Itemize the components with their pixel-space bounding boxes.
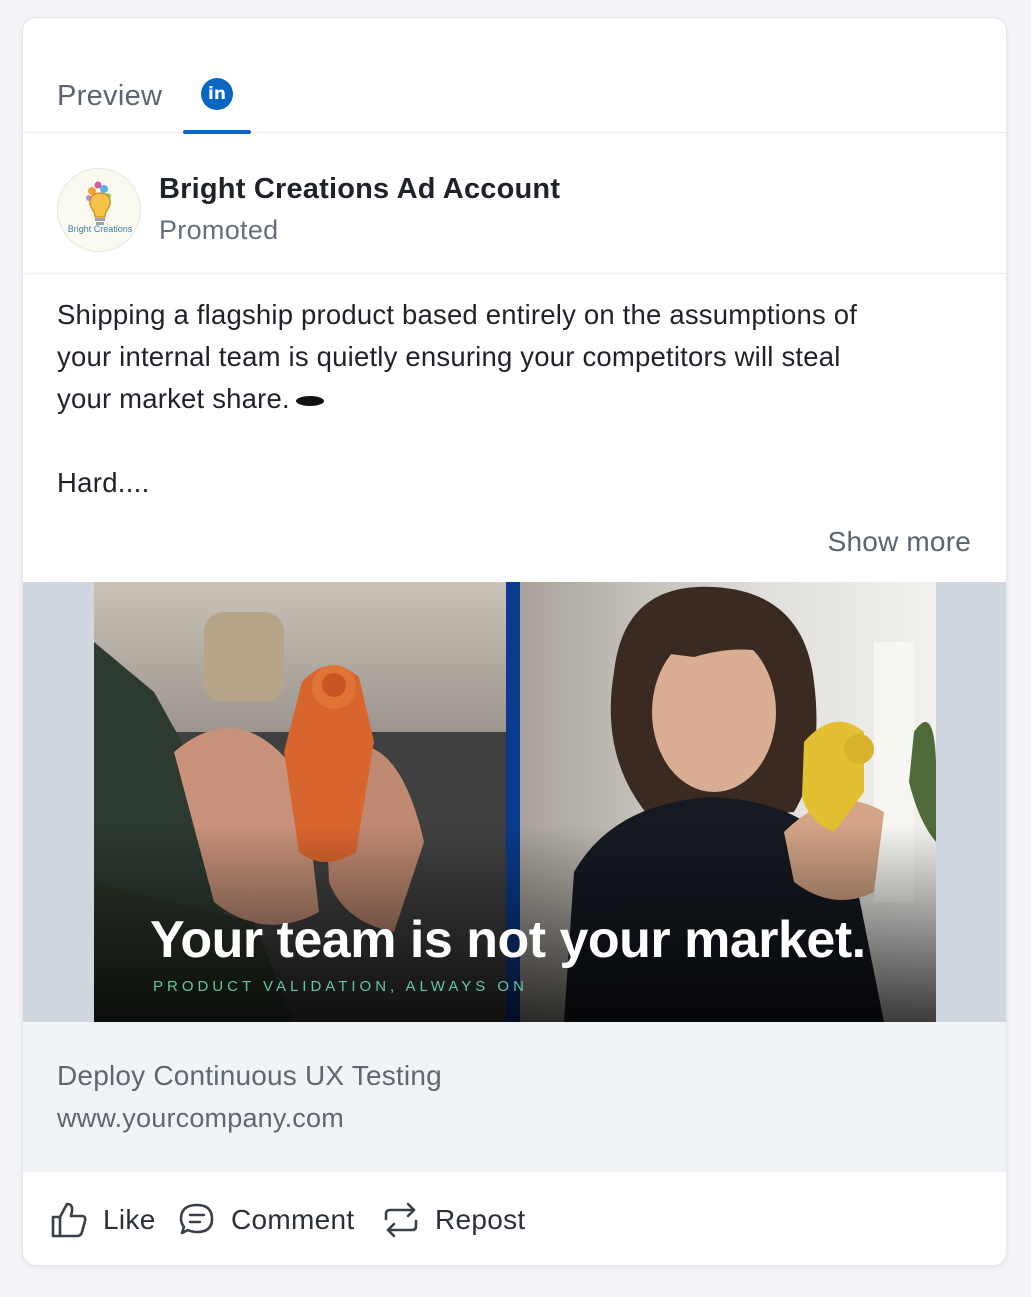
link-preview[interactable]: Deploy Continuous UX Testing www.yourcom…: [23, 1022, 1006, 1172]
tab-preview[interactable]: Preview: [57, 80, 162, 113]
link-url[interactable]: www.yourcompany.com: [57, 1103, 344, 1134]
post-text-line: your market share.: [57, 378, 982, 420]
comment-button[interactable]: Comment: [177, 1198, 367, 1242]
post-text: Shipping a flagship product based entire…: [57, 294, 982, 420]
post-text-line-text: your market share.: [57, 383, 290, 414]
post-actions: Like Comment Repost: [23, 1172, 1006, 1265]
promoted-label: Promoted: [159, 215, 279, 245]
comment-icon: [179, 1203, 214, 1235]
thumbs-up-icon: [51, 1202, 87, 1238]
repost-label: Repost: [435, 1204, 526, 1235]
like-label: Like: [103, 1204, 156, 1235]
lightbulb-logo-icon: [86, 181, 111, 225]
avatar-logo-text: Bright Creations: [67, 224, 133, 234]
show-more-link[interactable]: Show more: [828, 526, 971, 558]
hole-emoji-icon: [295, 395, 324, 406]
post-text-line: your internal team is quietly ensuring y…: [57, 341, 841, 372]
avatar[interactable]: Bright Creations: [57, 168, 141, 252]
preview-tabs: Preview in: [23, 18, 1006, 134]
repost-icon: [384, 1202, 418, 1238]
tab-linkedin[interactable]: in: [183, 18, 251, 134]
ad-preview-card: Preview in Bright Creations Bright Creat…: [22, 17, 1007, 1266]
post-text-continued: Hard....: [57, 467, 150, 498]
repost-button[interactable]: Repost: [381, 1198, 551, 1242]
comment-label: Comment: [231, 1204, 355, 1235]
post-text-line: Shipping a flagship product based entire…: [57, 299, 858, 330]
link-title[interactable]: Deploy Continuous UX Testing: [57, 1060, 442, 1092]
linkedin-icon: in: [201, 78, 233, 110]
post-header: Bright Creations Bright Creations Ad Acc…: [23, 133, 1006, 274]
account-name[interactable]: Bright Creations Ad Account: [159, 173, 560, 206]
ad-image-frame: Your team is not your market. PRODUCT VA…: [94, 582, 936, 1022]
ad-image[interactable]: Your team is not your market. PRODUCT VA…: [23, 582, 1006, 1022]
ad-headline: Your team is not your market.: [150, 911, 866, 969]
ad-tagline: PRODUCT VALIDATION, ALWAYS ON: [153, 978, 528, 995]
like-button[interactable]: Like: [49, 1198, 161, 1242]
